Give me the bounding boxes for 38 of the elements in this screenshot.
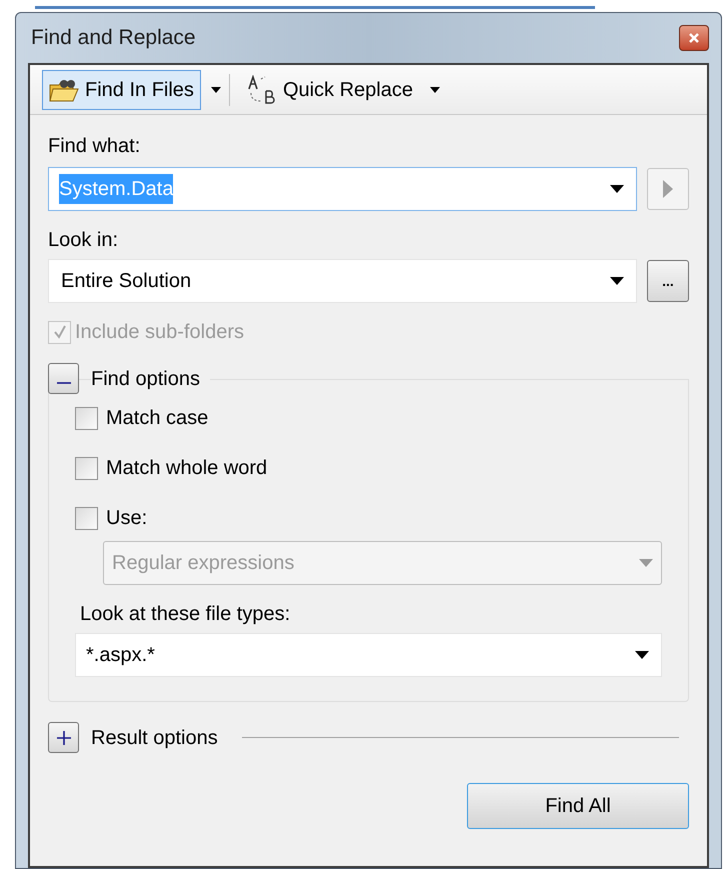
checkbox[interactable] — [75, 456, 98, 480]
dropdown-caret-icon — [430, 86, 440, 92]
checkbox[interactable] — [75, 506, 98, 530]
toolbar-tab[interactable]: Quick Replace — [240, 70, 420, 110]
field-label: Find what: — [48, 134, 142, 159]
checkbox-label: Match case — [106, 406, 208, 431]
checkbox-label: Include sub-folders — [75, 320, 244, 345]
file-types-value: *.aspx.* — [86, 643, 156, 668]
window-title: Find and Replace — [30, 25, 196, 52]
play-icon — [663, 180, 673, 198]
plus-icon — [56, 730, 70, 744]
checkbox-label: Match whole word — [106, 456, 268, 481]
close-button[interactable] — [679, 25, 709, 51]
scope-value: Entire Solution — [61, 269, 192, 294]
dropdown-caret-icon — [610, 185, 624, 193]
dropdown-caret-icon — [635, 651, 649, 659]
field-label: Look in: — [48, 228, 120, 253]
checkbox[interactable] — [75, 406, 98, 430]
check-icon — [52, 325, 66, 339]
minus-icon — [56, 382, 70, 384]
dropdown-caret-icon — [639, 559, 653, 567]
dropdown-value: Regular expressions — [112, 551, 296, 576]
browse-button[interactable]: ... — [647, 260, 689, 302]
scope-combobox[interactable]: Entire Solution — [48, 259, 637, 303]
toolbar-tab[interactable]: Find In Files — [42, 70, 201, 110]
checkbox-label: Use: — [106, 506, 148, 531]
dropdown-caret-icon — [210, 86, 221, 92]
close-icon — [688, 32, 700, 44]
dropdown-caret-icon — [610, 277, 624, 285]
run-button[interactable] — [647, 168, 689, 210]
search-text: System.Data — [59, 174, 174, 204]
group-title: Result options — [91, 726, 218, 750]
collapse-button[interactable] — [48, 363, 79, 394]
replace-letters-icon — [246, 74, 277, 104]
field-label: Look at these file types: — [79, 602, 292, 627]
expand-button[interactable] — [48, 722, 79, 753]
file-types-combobox[interactable]: *.aspx.* — [75, 633, 662, 677]
find-all-button[interactable]: Find All — [467, 783, 689, 829]
